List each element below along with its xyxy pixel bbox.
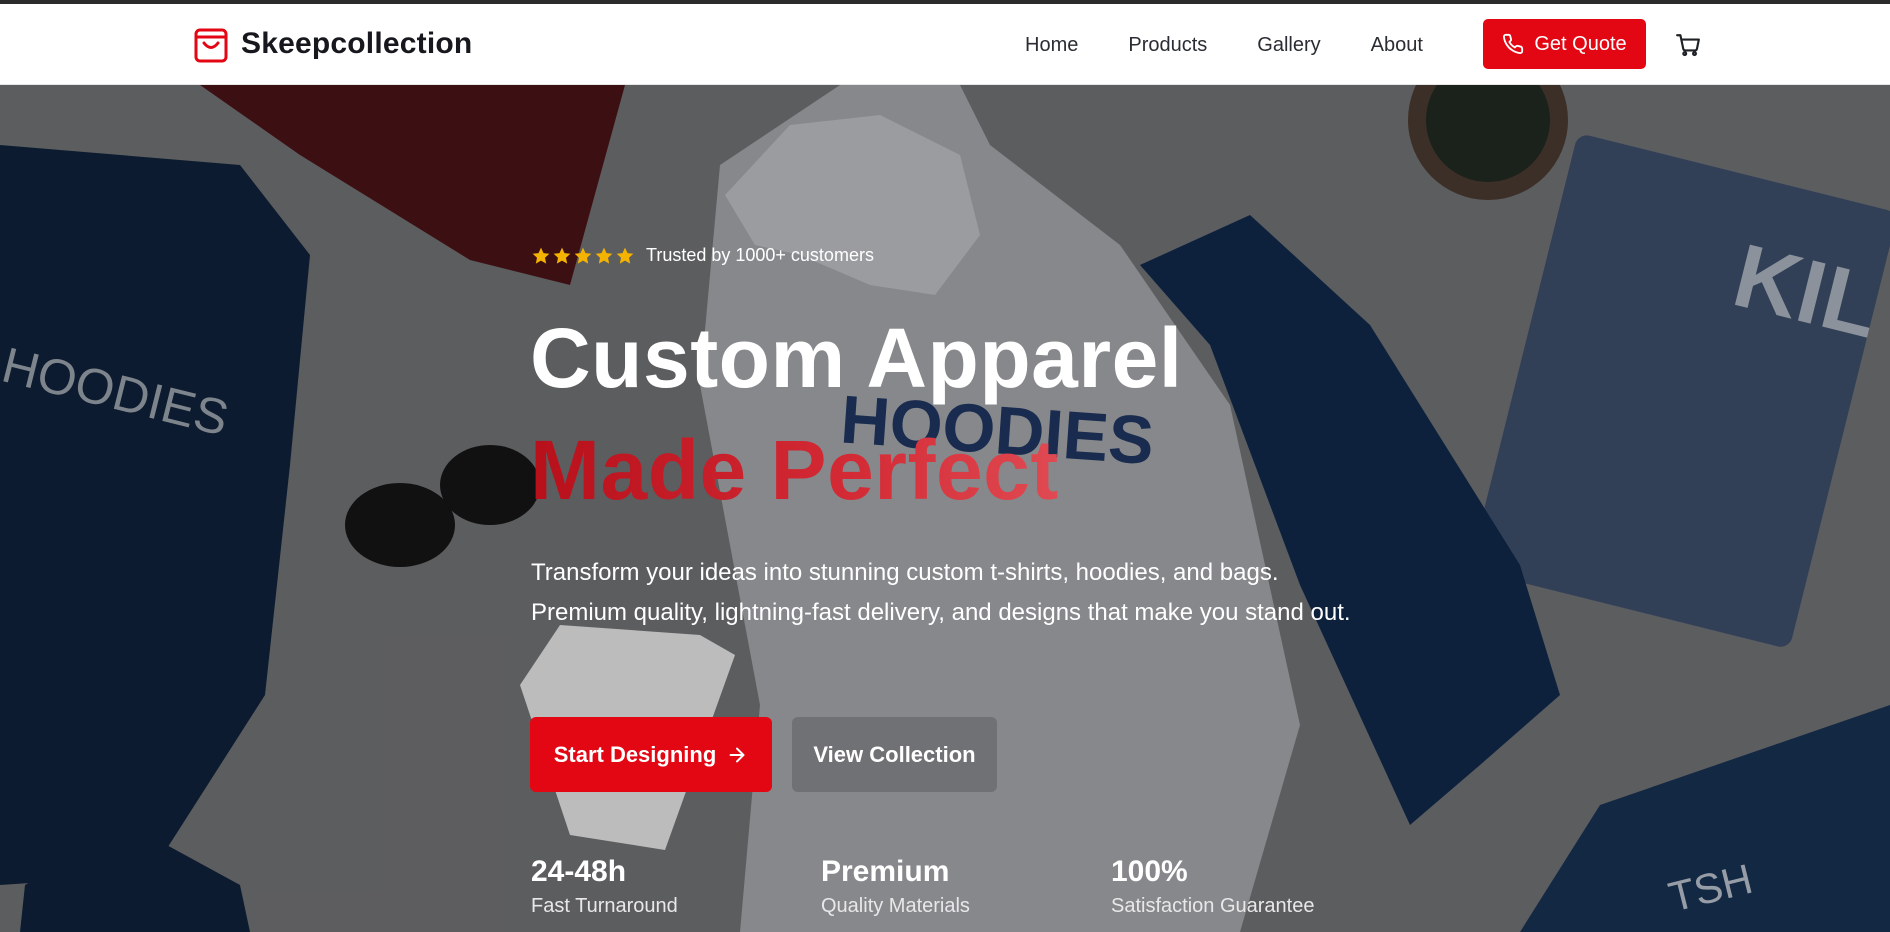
nav-products[interactable]: Products <box>1128 34 1207 57</box>
navbar: Skeepcollection Home Products Gallery Ab… <box>0 4 1890 85</box>
hero-section: HOODIES KIL TSH HOODIES Trusted by 1000+… <box>0 85 1890 932</box>
stat-value: Premium <box>821 855 950 888</box>
rating-stars <box>531 246 636 266</box>
stat-quality: Premium Quality Materials <box>821 855 970 918</box>
start-designing-button[interactable]: Start Designing <box>530 717 772 792</box>
stat-label: Satisfaction Guarantee <box>1111 895 1315 917</box>
hero-title-line2: Made Perfect <box>530 423 1059 517</box>
stat-label: Fast Turnaround <box>531 895 678 917</box>
view-collection-label: View Collection <box>813 741 976 767</box>
star-icon <box>532 247 550 264</box>
phone-icon <box>1503 33 1524 54</box>
start-designing-label: Start Designing <box>553 741 717 767</box>
shopping-bag-icon <box>194 28 228 63</box>
stat-value: 24-48h <box>531 855 627 888</box>
nav-home[interactable]: Home <box>1025 34 1078 57</box>
trust-text: Trusted by 1000+ customers <box>646 245 874 265</box>
stat-label: Quality Materials <box>821 895 970 917</box>
get-quote-label: Get Quote <box>1534 32 1627 55</box>
star-icon <box>553 247 571 264</box>
stat-satisfaction: 100% Satisfaction Guarantee <box>1111 855 1314 918</box>
stat-turnaround: 24-48h Fast Turnaround <box>531 855 678 918</box>
trust-badge: Trusted by 1000+ customers <box>531 245 874 266</box>
cart-icon[interactable] <box>1675 32 1701 58</box>
stat-value: 100% <box>1111 855 1188 888</box>
nav-about[interactable]: About <box>1371 34 1423 57</box>
star-icon <box>595 247 613 264</box>
arrow-right-icon <box>729 747 745 762</box>
star-icon <box>574 247 592 264</box>
brand[interactable]: Skeepcollection <box>193 24 472 64</box>
hero-title-line1: Custom Apparel <box>530 311 1183 405</box>
hero-subtitle: Transform your ideas into stunning custo… <box>531 559 1351 626</box>
view-collection-button[interactable]: View Collection <box>792 717 997 792</box>
star-icon <box>616 247 634 264</box>
get-quote-button[interactable]: Get Quote <box>1483 19 1646 69</box>
brand-name: Skeepcollection <box>241 27 473 60</box>
nav-gallery[interactable]: Gallery <box>1257 34 1320 57</box>
main-nav: Home Products Gallery About <box>1025 34 1473 57</box>
